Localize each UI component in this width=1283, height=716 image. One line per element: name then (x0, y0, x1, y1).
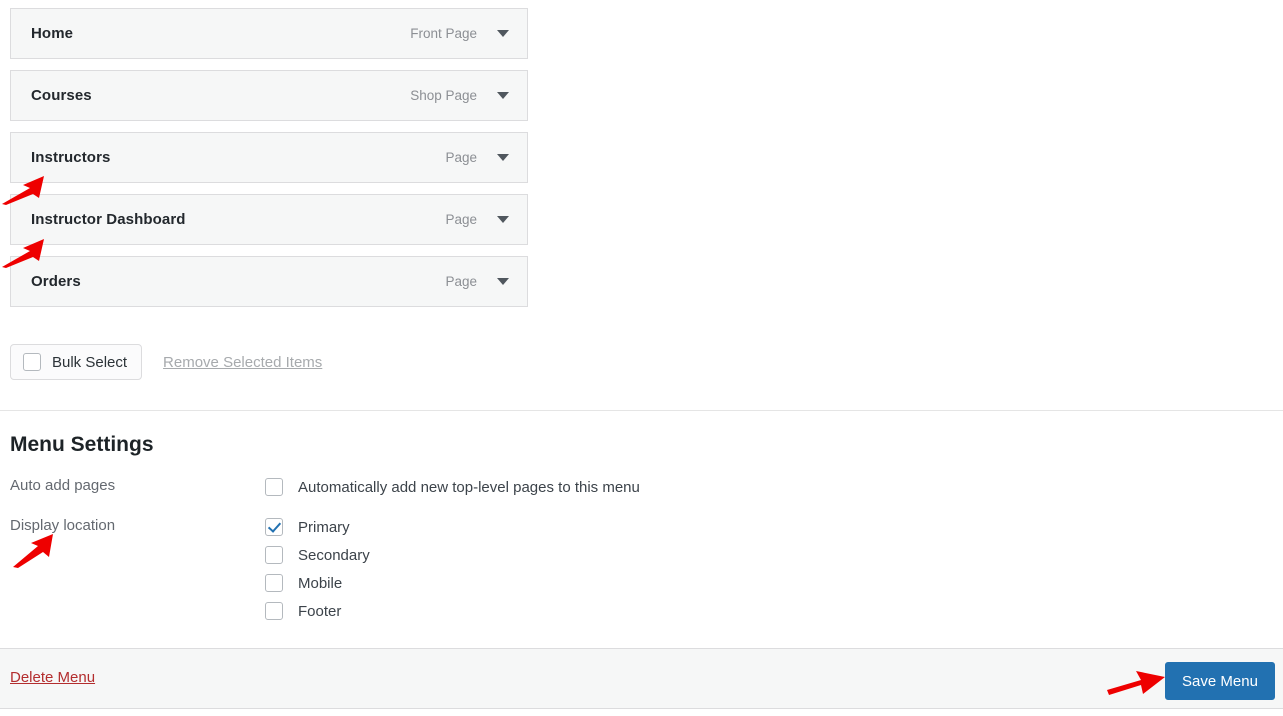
chevron-down-icon[interactable] (495, 88, 511, 104)
display-location-checkbox-secondary[interactable] (265, 546, 283, 564)
menu-item-row[interactable]: Orders Page (10, 256, 528, 307)
auto-add-pages-option-label: Automatically add new top-level pages to… (298, 478, 640, 496)
display-location-option-primary[interactable]: Primary (265, 518, 350, 536)
remove-selected-items-link[interactable]: Remove Selected Items (163, 354, 322, 371)
save-menu-button[interactable]: Save Menu (1165, 662, 1275, 700)
menu-items-list: Home Front Page Courses Shop Page Instru… (10, 8, 528, 318)
display-location-option-label: Mobile (298, 574, 343, 592)
menu-item-type: Front Page (410, 26, 477, 41)
chevron-down-icon[interactable] (495, 212, 511, 228)
menu-item-row[interactable]: Instructor Dashboard Page (10, 194, 528, 245)
bulk-select-button[interactable]: Bulk Select (10, 344, 143, 380)
menu-item-row[interactable]: Instructors Page (10, 132, 528, 183)
section-divider (0, 410, 1283, 411)
menu-settings-heading: Menu Settings (10, 433, 154, 456)
menu-item-title: Instructors (31, 149, 111, 166)
menu-item-type: Page (445, 274, 477, 289)
bulk-actions-row: Bulk Select Remove Selected Items (10, 344, 322, 380)
menu-item-row[interactable]: Courses Shop Page (10, 70, 528, 121)
menu-actions-bar: Delete Menu Save Menu (0, 648, 1283, 709)
auto-add-pages-label: Auto add pages (10, 477, 116, 494)
bulk-select-label: Bulk Select (52, 353, 128, 371)
menu-item-title: Courses (31, 87, 92, 104)
display-location-option-footer[interactable]: Footer (265, 602, 341, 620)
chevron-down-icon[interactable] (495, 26, 511, 42)
display-location-option-secondary[interactable]: Secondary (265, 546, 370, 564)
display-location-option-mobile[interactable]: Mobile (265, 574, 342, 592)
delete-menu-link[interactable]: Delete Menu (10, 669, 95, 686)
display-location-checkbox-mobile[interactable] (265, 574, 283, 592)
display-location-checkbox-primary[interactable] (265, 518, 283, 536)
menu-item-type: Page (445, 150, 477, 165)
chevron-down-icon[interactable] (495, 150, 511, 166)
auto-add-pages-checkbox[interactable] (265, 478, 283, 496)
menu-item-type: Shop Page (410, 88, 477, 103)
bulk-select-checkbox[interactable] (23, 353, 41, 371)
menu-item-title: Orders (31, 273, 81, 290)
display-location-label: Display location (10, 517, 116, 534)
menu-item-title: Home (31, 25, 74, 42)
chevron-down-icon[interactable] (495, 274, 511, 290)
arrow-display-location (13, 534, 53, 568)
menu-item-type: Page (445, 212, 477, 227)
auto-add-pages-option[interactable]: Automatically add new top-level pages to… (265, 478, 640, 496)
menu-item-row[interactable]: Home Front Page (10, 8, 528, 59)
display-location-option-label: Primary (298, 518, 350, 536)
menu-item-title: Instructor Dashboard (31, 211, 186, 228)
display-location-option-label: Footer (298, 602, 342, 620)
display-location-option-label: Secondary (298, 546, 370, 564)
display-location-checkbox-footer[interactable] (265, 602, 283, 620)
